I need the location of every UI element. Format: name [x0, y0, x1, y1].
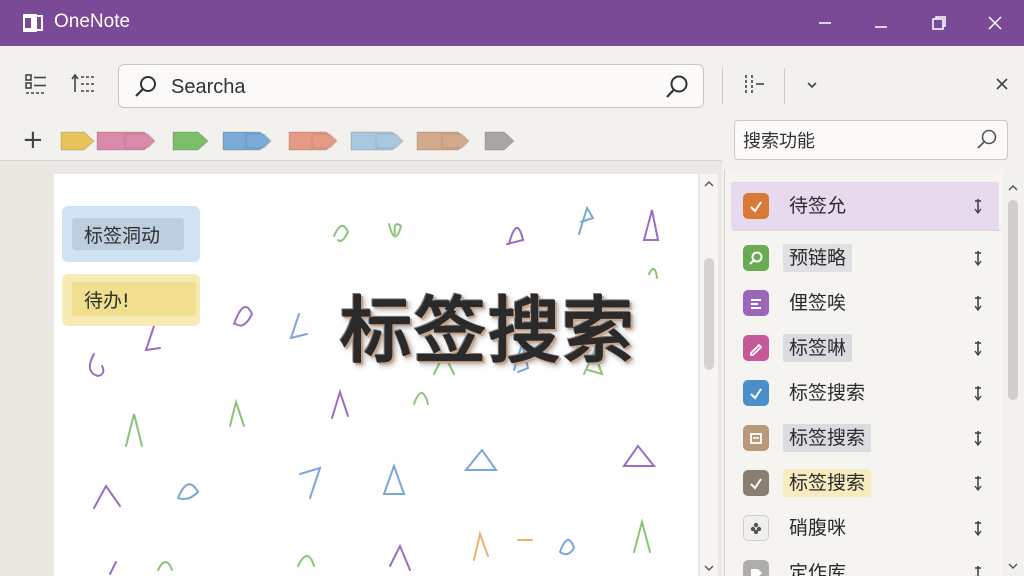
tag-result-row[interactable]: 标签搜索 [731, 463, 999, 503]
page-canvas[interactable]: 标签洞动 待办! 标签搜索 [54, 174, 698, 576]
note-tag-label: 待办! [72, 282, 196, 316]
restore-button[interactable] [910, 0, 968, 46]
tag-chip-tan[interactable] [414, 129, 470, 153]
pin-icon[interactable] [971, 383, 985, 403]
pin-icon[interactable] [971, 473, 985, 493]
tag-color-strip: + [0, 122, 724, 160]
minimize-icon [819, 22, 831, 24]
tag-result-label: 标签搜索 [789, 382, 866, 404]
tag-chip-pink-purple[interactable] [94, 129, 156, 153]
scroll-down-icon[interactable] [1007, 560, 1019, 572]
tag-search-box[interactable] [734, 120, 1008, 160]
edit-icon [743, 335, 769, 361]
tag-result-label: 待签允 [783, 192, 853, 220]
tag-result-row[interactable]: 待签允 [731, 182, 999, 230]
tag-chip-blue[interactable] [220, 129, 272, 153]
canvas-scroll-thumb[interactable] [704, 258, 714, 370]
minimize-button-2[interactable] [852, 0, 910, 46]
tag-result-row[interactable]: 定作库 [731, 553, 999, 576]
grid-view-button[interactable] [22, 70, 50, 98]
pin-icon[interactable] [971, 428, 985, 448]
tag-results-list: 待签允 预链略 俚签唉 标签啉 标签搜索 标签搜索 标签搜索 硝腹咪 定作库 [724, 170, 1024, 576]
search-input[interactable] [171, 71, 641, 103]
pin-icon[interactable] [971, 293, 985, 313]
tag-result-row[interactable]: 预链略 [731, 238, 999, 278]
minimize-icon [875, 26, 887, 28]
scroll-down-icon[interactable] [703, 562, 715, 574]
tag-chip-salmon[interactable] [286, 129, 338, 153]
results-scroll-thumb[interactable] [1008, 200, 1018, 400]
note-tag-chip-blue[interactable]: 标签洞动 [62, 206, 200, 262]
tag-result-label: 定作库 [789, 562, 847, 576]
options-dropdown[interactable] [798, 72, 826, 100]
search-icon[interactable] [975, 128, 999, 152]
tag-result-label: 标签搜索 [783, 469, 872, 497]
note-icon [743, 425, 769, 451]
tag-result-label: 俚签唉 [789, 292, 847, 314]
checkmark-icon [743, 193, 769, 219]
search-box[interactable] [118, 64, 704, 108]
restore-icon [932, 16, 946, 30]
filter-icon [745, 75, 764, 93]
tag-result-label: 标签搜索 [783, 424, 872, 452]
toolbar [0, 46, 1024, 120]
results-divider [733, 230, 1001, 231]
pin-icon[interactable] [971, 518, 985, 538]
tag-search-input[interactable] [743, 126, 963, 154]
sort-icon [71, 73, 94, 92]
onenote-logo-icon [23, 14, 43, 32]
tag-chip-gray[interactable] [482, 129, 516, 153]
search-submit-icon[interactable] [663, 73, 691, 101]
tag-result-label: 标签啉 [783, 334, 853, 362]
tag-icon [743, 560, 769, 576]
tag-chip-green[interactable] [170, 129, 210, 153]
tag-result-row[interactable]: 硝腹咪 [731, 508, 999, 548]
tag-result-label: 预链略 [783, 244, 853, 272]
sort-button[interactable] [70, 70, 98, 98]
close-icon [988, 16, 1002, 30]
grid-view-icon [25, 74, 46, 94]
pin-icon[interactable] [971, 248, 985, 268]
toolbar-divider-2 [784, 68, 785, 104]
note-tag-chip-yellow[interactable]: 待办! [62, 274, 200, 326]
filter-button[interactable] [740, 70, 768, 98]
tag-chip-lightblue[interactable] [348, 129, 404, 153]
search-icon [743, 245, 769, 271]
tag-result-row[interactable]: 标签啉 [731, 328, 999, 368]
tag-chip-yellow[interactable] [58, 129, 96, 153]
pin-icon[interactable] [971, 338, 985, 358]
tag-result-row[interactable]: 俚签唉 [731, 283, 999, 323]
tag-result-row[interactable]: 标签搜索 [731, 418, 999, 458]
note-tag-label: 标签洞动 [72, 218, 184, 250]
title-bar: OneNote [0, 0, 1024, 46]
checkmark-icon [743, 470, 769, 496]
add-tag-button[interactable]: + [22, 126, 44, 154]
tag-result-label: 硝腹咪 [789, 517, 847, 539]
search-icon [135, 76, 156, 97]
checkmark-icon [743, 380, 769, 406]
results-scrollbar[interactable] [1002, 170, 1024, 576]
flower-icon [743, 515, 769, 541]
close-icon [996, 78, 1008, 90]
list-icon [743, 290, 769, 316]
pin-icon[interactable] [971, 196, 985, 216]
app-title: OneNote [54, 11, 131, 32]
chevron-down-icon [807, 82, 817, 89]
scroll-up-icon[interactable] [703, 178, 715, 190]
close-button[interactable] [966, 0, 1024, 46]
tag-result-row[interactable]: 标签搜索 [731, 373, 999, 413]
toolbar-divider [722, 68, 723, 104]
page-headline: 标签搜索 [340, 289, 637, 373]
pin-icon[interactable] [971, 563, 985, 576]
close-pane-button[interactable] [988, 70, 1016, 98]
minimize-button[interactable] [796, 0, 854, 46]
scroll-up-icon[interactable] [1007, 182, 1019, 194]
canvas-scrollbar[interactable] [700, 174, 718, 576]
